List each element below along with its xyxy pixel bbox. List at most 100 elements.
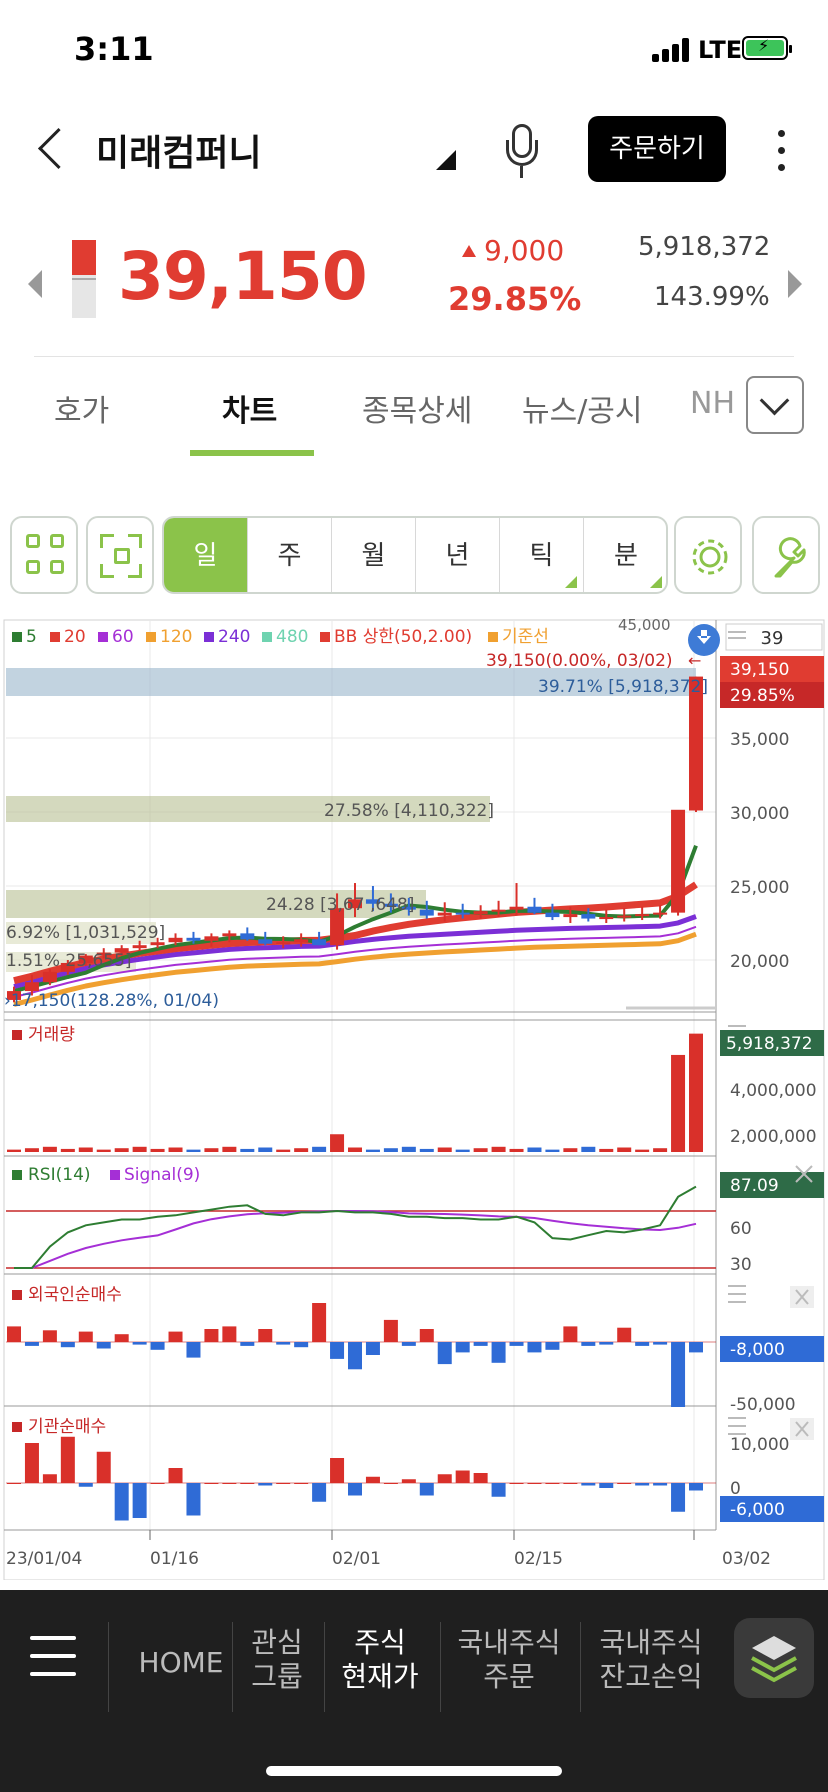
- inst-close-icon[interactable]: [790, 1418, 814, 1440]
- next-stock-icon[interactable]: [788, 270, 802, 298]
- prev-stock-icon[interactable]: [28, 270, 42, 298]
- active-tab-indicator: [190, 450, 314, 456]
- foreign-bar: [401, 1342, 416, 1346]
- inst-bar: [437, 1474, 452, 1483]
- inst-bar: [563, 1483, 578, 1484]
- band-mid-label: 27.58% [4,110,322]: [324, 801, 494, 821]
- inst-bar: [96, 1451, 111, 1483]
- hamburger-menu-icon[interactable]: [30, 1636, 76, 1676]
- inst-badge: -6,000: [730, 1500, 785, 1520]
- layers-icon[interactable]: [734, 1618, 814, 1698]
- period-selector: 일 주 월 년 틱 분: [162, 516, 668, 594]
- stock-name[interactable]: 미래컴퍼니: [96, 124, 262, 176]
- inst-bar: [186, 1483, 201, 1516]
- foreign-bar: [581, 1342, 596, 1346]
- more-menu-icon[interactable]: [770, 126, 794, 176]
- inst-bar: [42, 1474, 57, 1483]
- foreign-close-icon[interactable]: [790, 1286, 814, 1308]
- inst-bar: [365, 1476, 380, 1483]
- inst-tick-0: 0: [730, 1479, 741, 1499]
- foreign-bar: [383, 1319, 398, 1342]
- inst-bar: [114, 1483, 129, 1521]
- price-badge: 39,150: [730, 660, 789, 680]
- status-bar: 3:11 LTE ⚡: [0, 0, 828, 100]
- inst-bar: [545, 1483, 560, 1484]
- wrench-icon[interactable]: [752, 516, 820, 594]
- volume-bar: [419, 1148, 434, 1152]
- tab-news[interactable]: 뉴스/공시: [522, 386, 643, 430]
- volume-bar: [114, 1148, 129, 1152]
- nav-domestic-order[interactable]: 국내주식 주문: [446, 1626, 572, 1694]
- volume-bar: [222, 1146, 237, 1152]
- nav-balance[interactable]: 국내주식 잔고손익: [588, 1626, 714, 1694]
- foreign-bar: [635, 1342, 650, 1346]
- period-tick[interactable]: 틱: [500, 518, 584, 592]
- battery-icon: ⚡: [742, 36, 792, 60]
- stock-dropdown-icon[interactable]: [436, 150, 456, 170]
- volume-bar: [455, 1149, 470, 1152]
- signal-title: Signal(9): [124, 1165, 200, 1185]
- legend-swatch-7: [488, 632, 498, 642]
- chart-canvas[interactable]: 39.71% [5,918,372] 27.58% [4,110,322] 24…: [0, 610, 828, 1580]
- inst-bar: [24, 1443, 39, 1483]
- foreign-bar: [204, 1329, 219, 1342]
- volume-bar: [7, 1149, 21, 1152]
- volume-bar: [330, 1134, 345, 1152]
- settings-gear-icon[interactable]: [674, 516, 742, 594]
- min-price-label: ›17,150(128.28%, 01/04): [4, 991, 219, 1011]
- fullscreen-icon[interactable]: [86, 516, 154, 594]
- home-indicator: [266, 1766, 562, 1776]
- chart-toolbar: 일 주 월 년 틱 분: [0, 512, 828, 596]
- bottom-navigation: HOME 관심 그룹 주식 현재가 국내주식 주문 국내주식 잔고손익: [0, 1590, 828, 1792]
- tab-nh[interactable]: NH: [690, 386, 735, 421]
- inst-title: 기관순매수: [28, 1417, 106, 1437]
- foreign-bar: [258, 1329, 273, 1342]
- period-minute[interactable]: 분: [584, 518, 666, 592]
- inst-legend-swatch: [12, 1422, 22, 1432]
- foreign-bar: [60, 1342, 75, 1348]
- tabs-expand-icon[interactable]: [746, 376, 804, 434]
- nav-watchlist[interactable]: 관심 그룹: [240, 1626, 314, 1694]
- back-icon[interactable]: [30, 126, 70, 174]
- volume-bar: [653, 1148, 668, 1152]
- foreign-bar: [330, 1342, 345, 1359]
- inst-bar: [132, 1483, 147, 1518]
- inst-bar: [653, 1483, 668, 1486]
- microphone-icon[interactable]: [500, 122, 544, 178]
- period-week[interactable]: 주: [248, 518, 332, 592]
- legend-label-5: 480: [276, 627, 308, 647]
- inst-bar: [7, 1483, 21, 1484]
- detail-tabs: 호가 차트 종목상세 뉴스/공시 NH: [0, 360, 828, 460]
- y-tick-25000: 25,000: [730, 878, 789, 898]
- legend-swatch-0: [12, 632, 22, 642]
- foreign-bar: [563, 1326, 578, 1342]
- legend-label-3: 120: [160, 627, 192, 647]
- volume-bar: [473, 1148, 488, 1152]
- layout-grid-icon[interactable]: [10, 516, 78, 594]
- foreign-bar: [365, 1342, 380, 1355]
- rsi-tick-60: 60: [730, 1219, 752, 1239]
- period-day[interactable]: 일: [164, 518, 248, 592]
- nav-home[interactable]: HOME: [124, 1646, 238, 1680]
- last-price-info: 39,150(0.00%, 03/02): [486, 651, 673, 671]
- scroll-down-icon[interactable]: [688, 624, 720, 656]
- nav-current-price[interactable]: 주식 현재가: [330, 1626, 430, 1694]
- foreign-bar: [276, 1342, 291, 1345]
- x-label-1: 01/16: [150, 1549, 199, 1569]
- period-year[interactable]: 년: [416, 518, 500, 592]
- foreign-legend-swatch: [12, 1290, 22, 1300]
- tab-orderbook[interactable]: 호가: [54, 386, 109, 430]
- inst-bar: [671, 1483, 686, 1512]
- band-top-label: 39.71% [5,918,372]: [538, 677, 708, 697]
- top-cut-label: 45,000: [618, 616, 671, 634]
- inst-bar: [401, 1479, 416, 1483]
- price-summary: 39,150 9,000 29.85% 5,918,372 143.99%: [0, 218, 828, 328]
- volume-bar: [383, 1148, 398, 1152]
- tab-stock-detail[interactable]: 종목상세: [362, 386, 472, 430]
- tab-chart[interactable]: 차트: [222, 386, 277, 430]
- candle-body: [419, 909, 434, 916]
- candle-body: [204, 936, 219, 941]
- stock-chart[interactable]: 39.71% [5,918,372] 27.58% [4,110,322] 24…: [0, 610, 828, 1580]
- period-month[interactable]: 월: [332, 518, 416, 592]
- order-button[interactable]: 주문하기: [588, 116, 726, 182]
